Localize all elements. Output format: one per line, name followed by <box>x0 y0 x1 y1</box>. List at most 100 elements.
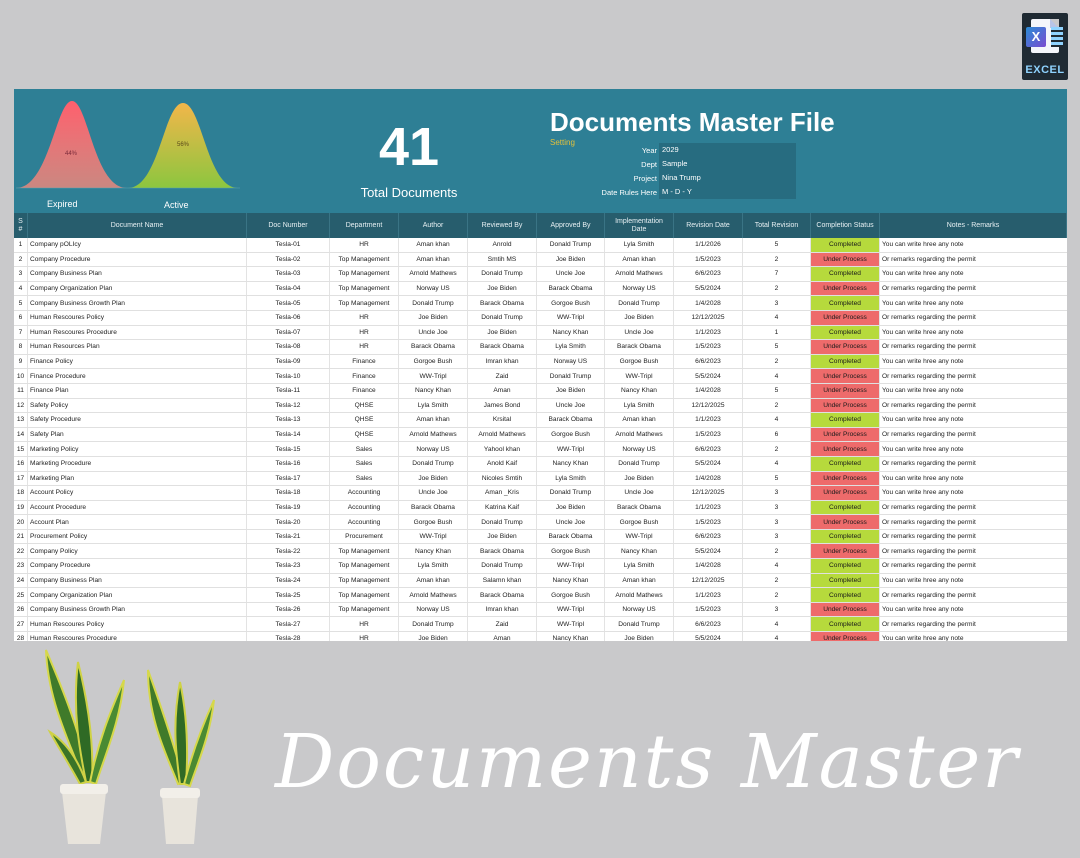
cell-reviewed-by[interactable]: Barack Obama <box>468 544 537 559</box>
info-value-year[interactable]: 2029 <box>659 143 796 157</box>
cell-reviewed-by[interactable]: Donald Trump <box>468 267 537 281</box>
cell-notes[interactable]: Or remarks regarding the permit <box>880 253 1067 267</box>
table-row[interactable]: 12 Safety Policy Tesla-12 QHSE Lyla Smith Jam… <box>14 398 1067 414</box>
cell-reviewed-by[interactable]: Barack Obama <box>468 296 537 310</box>
cell-department[interactable]: Top Management <box>330 252 399 267</box>
cell-approved-by[interactable]: Gorgoe Bush <box>537 427 605 442</box>
cell-document-name[interactable]: Account Policy <box>28 486 247 500</box>
cell-author[interactable]: Lyla Smith <box>399 398 468 413</box>
cell-implementation-date[interactable]: Gorgoe Bush <box>605 354 674 369</box>
column-header-document-name[interactable]: Document Name <box>28 213 247 238</box>
cell-doc-number[interactable]: Tesla-27 <box>247 617 330 632</box>
cell-revision-date[interactable]: 1/1/2023 <box>674 413 743 427</box>
table-row[interactable]: 26 Company Business Growth Plan Tesla-26 To… <box>14 602 1067 618</box>
cell-department[interactable]: Sales <box>330 442 399 456</box>
cell-document-name[interactable]: Company Organization Plan <box>28 281 247 296</box>
cell-document-name[interactable]: Company Procedure <box>28 252 247 267</box>
cell-total-revision[interactable]: 4 <box>743 310 811 325</box>
cell-sn[interactable]: 27 <box>14 617 28 632</box>
cell-document-name[interactable]: Procurement Policy <box>28 529 247 544</box>
table-row[interactable]: 8 Human Resources Plan Tesla-08 HR Barack Ob… <box>14 340 1067 355</box>
cell-author[interactable]: WW-Tripl <box>399 529 468 544</box>
cell-reviewed-by[interactable]: Aman _Kris <box>468 486 537 500</box>
cell-total-revision[interactable]: 2 <box>743 588 811 602</box>
cell-implementation-date[interactable]: Joe Biden <box>605 632 674 641</box>
cell-approved-by[interactable]: Barack Obama <box>537 529 605 544</box>
cell-implementation-date[interactable]: Aman khan <box>605 573 674 588</box>
cell-reviewed-by[interactable]: Zaid <box>468 369 537 383</box>
cell-completion-status[interactable]: Under Process <box>811 486 880 500</box>
table-row[interactable]: 15 Marketing Policy Tesla-15 Sales Norway US… <box>14 442 1067 457</box>
cell-revision-date[interactable]: 6/6/2023 <box>674 267 743 281</box>
cell-document-name[interactable]: Company Business Plan <box>28 267 247 281</box>
cell-document-name[interactable]: Company Business Growth Plan <box>28 296 247 310</box>
cell-department[interactable]: HR <box>330 310 399 325</box>
cell-doc-number[interactable]: Tesla-08 <box>247 340 330 354</box>
cell-total-revision[interactable]: 3 <box>743 296 811 310</box>
cell-total-revision[interactable]: 3 <box>743 486 811 500</box>
cell-department[interactable]: Top Management <box>330 267 399 281</box>
cell-doc-number[interactable]: Tesla-04 <box>247 281 330 296</box>
cell-sn[interactable]: 7 <box>14 325 28 340</box>
cell-revision-date[interactable]: 6/6/2023 <box>674 442 743 456</box>
cell-sn[interactable]: 1 <box>14 238 28 252</box>
column-header-department[interactable]: Department <box>330 213 399 238</box>
cell-author[interactable]: Donald Trump <box>399 296 468 310</box>
column-header-author[interactable]: Author <box>399 213 468 238</box>
cell-completion-status[interactable]: Completed <box>811 529 880 544</box>
cell-sn[interactable]: 15 <box>14 442 28 456</box>
cell-notes[interactable]: You can write hree any note <box>880 574 1067 588</box>
cell-revision-date[interactable]: 1/1/2023 <box>674 588 743 602</box>
cell-doc-number[interactable]: Tesla-14 <box>247 427 330 442</box>
cell-notes[interactable]: You can write hree any note <box>880 296 1067 310</box>
cell-implementation-date[interactable]: Barack Obama <box>605 340 674 354</box>
cell-document-name[interactable]: Human Resources Plan <box>28 340 247 354</box>
cell-reviewed-by[interactable]: Imran khan <box>468 602 537 617</box>
cell-total-revision[interactable]: 2 <box>743 398 811 413</box>
cell-doc-number[interactable]: Tesla-23 <box>247 559 330 573</box>
cell-notes[interactable]: You can write hree any note <box>880 603 1067 617</box>
cell-reviewed-by[interactable]: Aman <box>468 632 537 641</box>
cell-completion-status[interactable]: Completed <box>811 325 880 340</box>
cell-completion-status[interactable]: Under Process <box>811 632 880 641</box>
cell-approved-by[interactable]: Joe Biden <box>537 383 605 398</box>
cell-notes[interactable]: You can write hree any note <box>880 632 1067 641</box>
cell-sn[interactable]: 25 <box>14 588 28 602</box>
cell-reviewed-by[interactable]: Aman <box>468 383 537 398</box>
table-row[interactable]: 25 Company Organization Plan Tesla-25 Top M… <box>14 588 1067 603</box>
cell-revision-date[interactable]: 12/12/2025 <box>674 310 743 325</box>
cell-notes[interactable]: Or remarks regarding the permit <box>880 588 1067 602</box>
cell-author[interactable]: Arnold Mathews <box>399 267 468 281</box>
cell-document-name[interactable]: Marketing Procedure <box>28 456 247 471</box>
cell-implementation-date[interactable]: Barack Obama <box>605 500 674 515</box>
cell-completion-status[interactable]: Under Process <box>811 281 880 296</box>
table-row[interactable]: 14 Safety Plan Tesla-14 QHSE Arnold Mathews A… <box>14 427 1067 443</box>
cell-revision-date[interactable]: 1/4/2028 <box>674 383 743 398</box>
cell-document-name[interactable]: Company pOLIcy <box>28 238 247 252</box>
table-row[interactable]: 23 Company Procedure Tesla-23 Top Managemen… <box>14 559 1067 574</box>
cell-author[interactable]: Uncle Joe <box>399 325 468 340</box>
table-row[interactable]: 5 Company Business Growth Plan Tesla-05 Top… <box>14 296 1067 311</box>
cell-implementation-date[interactable]: Lyla Smith <box>605 559 674 573</box>
cell-approved-by[interactable]: Joe Biden <box>537 252 605 267</box>
cell-approved-by[interactable]: Nancy Khan <box>537 632 605 641</box>
cell-document-name[interactable]: Company Policy <box>28 544 247 559</box>
cell-doc-number[interactable]: Tesla-02 <box>247 252 330 267</box>
cell-sn[interactable]: 22 <box>14 544 28 559</box>
cell-document-name[interactable]: Company Organization Plan <box>28 588 247 602</box>
cell-completion-status[interactable]: Under Process <box>811 442 880 456</box>
cell-reviewed-by[interactable]: Imran khan <box>468 354 537 369</box>
cell-notes[interactable]: Or remarks regarding the permit <box>880 515 1067 529</box>
cell-reviewed-by[interactable]: Barack Obama <box>468 340 537 354</box>
table-row[interactable]: 13 Safety Procedure Tesla-13 QHSE Aman khan K… <box>14 413 1067 428</box>
cell-total-revision[interactable]: 3 <box>743 515 811 529</box>
cell-document-name[interactable]: Company Procedure <box>28 559 247 573</box>
table-row[interactable]: 10 Finance Procedure Tesla-10 Finance WW-Tri… <box>14 369 1067 384</box>
cell-revision-date[interactable]: 1/5/2023 <box>674 602 743 617</box>
cell-total-revision[interactable]: 3 <box>743 529 811 544</box>
cell-total-revision[interactable]: 2 <box>743 252 811 267</box>
cell-completion-status[interactable]: Completed <box>811 588 880 602</box>
table-row[interactable]: 20 Account Plan Tesla-20 Accounting Gorgoe B… <box>14 515 1067 530</box>
cell-notes[interactable]: You can write hree any note <box>880 326 1067 340</box>
cell-implementation-date[interactable]: Aman khan <box>605 413 674 427</box>
